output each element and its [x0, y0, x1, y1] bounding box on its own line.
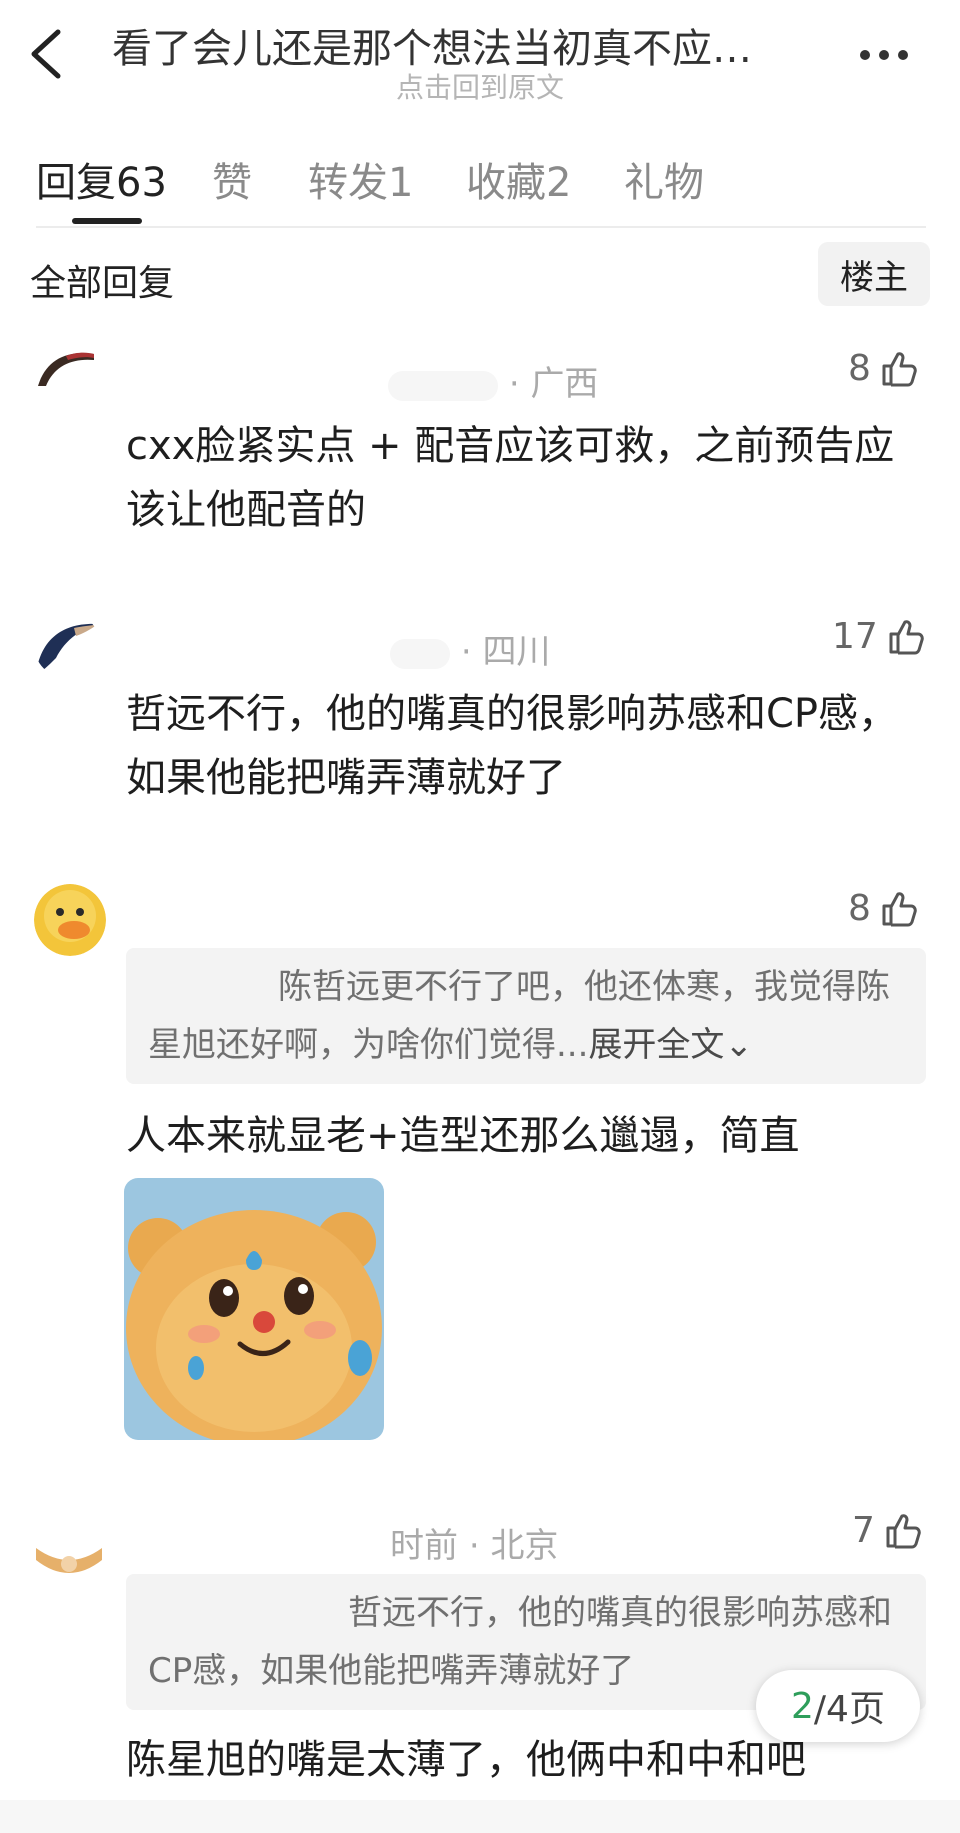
meta-separator: · — [468, 1526, 480, 1566]
meta-separator: · — [508, 364, 520, 404]
comment-meta: · 四川 — [390, 624, 550, 673]
comment-location: 广西 — [530, 364, 599, 404]
avatar[interactable] — [36, 346, 96, 386]
avatar[interactable] — [34, 884, 106, 956]
comment-location: 四川 — [482, 632, 551, 672]
thumbs-up-icon — [882, 351, 917, 386]
tab-gifts[interactable]: 礼物 — [624, 150, 704, 208]
blurred-username — [388, 370, 498, 401]
thumbs-up-icon — [889, 619, 924, 654]
tab-replies-count: 63 — [116, 160, 167, 206]
bear-sticker-image[interactable] — [124, 1178, 384, 1440]
top-bar: 看了会儿还是那个想法当初真不应… 点击回到原文 — [0, 0, 960, 110]
comment-meta: 时前 · 北京 — [390, 1518, 558, 1567]
like-count: 17 — [832, 616, 878, 657]
tab-likes[interactable]: 赞 — [212, 150, 252, 208]
bottom-input-bar[interactable] — [0, 1800, 960, 1833]
like-button[interactable]: 17 — [832, 616, 926, 657]
all-replies-label[interactable]: 全部回复 — [30, 254, 174, 306]
more-dots-icon[interactable] — [860, 40, 916, 70]
tab-favorites-label: 收藏 — [466, 160, 546, 206]
tab-replies[interactable]: 回复63 — [36, 150, 167, 208]
tab-favorites-count: 2 — [546, 160, 572, 206]
avatar[interactable] — [34, 1520, 104, 1580]
tab-favorites[interactable]: 收藏2 — [466, 150, 571, 208]
comment-meta: · 广西 — [388, 356, 598, 405]
like-count: 8 — [848, 348, 871, 389]
avatar[interactable] — [34, 612, 100, 678]
tab-divider — [36, 226, 926, 228]
meta-separator: · — [460, 632, 472, 672]
blurred-username — [390, 638, 450, 669]
chevron-down-icon: ⌄ — [724, 1025, 753, 1065]
tab-reposts-label: 转发 — [308, 160, 388, 206]
owner-only-button[interactable]: 楼主 — [818, 242, 930, 306]
tab-replies-label: 回复 — [36, 160, 116, 206]
total-pages: /4页 — [813, 1689, 885, 1730]
quoted-reply-text: 陈哲远更不行了吧，他还体寒，我觉得陈星旭还好啊，为啥你们觉得... — [148, 967, 890, 1065]
thumbs-up-icon — [882, 891, 917, 926]
like-button[interactable]: 8 — [848, 888, 919, 929]
comment-time: 时前 — [390, 1526, 458, 1566]
comment-text: 人本来就显老+造型还那么邋遢，简直 — [126, 1113, 800, 1159]
active-tab-indicator — [72, 218, 142, 224]
tab-reposts-count: 1 — [388, 160, 414, 206]
comment-location: 北京 — [490, 1526, 559, 1566]
tab-likes-label: 赞 — [212, 160, 252, 206]
like-count: 8 — [848, 888, 871, 929]
like-button[interactable]: 8 — [848, 348, 919, 389]
tab-bar: 回复63 赞 转发1 收藏2 礼物 — [0, 150, 960, 230]
comment-text: cxx脸紧实点 + 配音应该可救，之前预告应该让他配音的 — [126, 423, 895, 533]
quoted-reply[interactable]: 陈哲远更不行了吧，他还体寒，我觉得陈星旭还好啊，为啥你们觉得...展开全文⌄ — [126, 948, 926, 1084]
expand-full-text-link[interactable]: 展开全文 — [588, 1025, 724, 1065]
current-page: 2 — [791, 1685, 814, 1727]
page-indicator[interactable]: 2/4页 — [756, 1670, 920, 1742]
like-button[interactable]: 7 — [852, 1510, 923, 1551]
back-to-original-link[interactable]: 点击回到原文 — [0, 66, 960, 106]
like-count: 7 — [852, 1510, 875, 1551]
tab-gifts-label: 礼物 — [624, 160, 704, 206]
thumbs-up-icon — [886, 1513, 921, 1548]
tab-reposts[interactable]: 转发1 — [308, 150, 413, 208]
comment-text: 哲远不行，他的嘴真的很影响苏感和CP感，如果他能把嘴弄薄就好了 — [126, 691, 899, 801]
